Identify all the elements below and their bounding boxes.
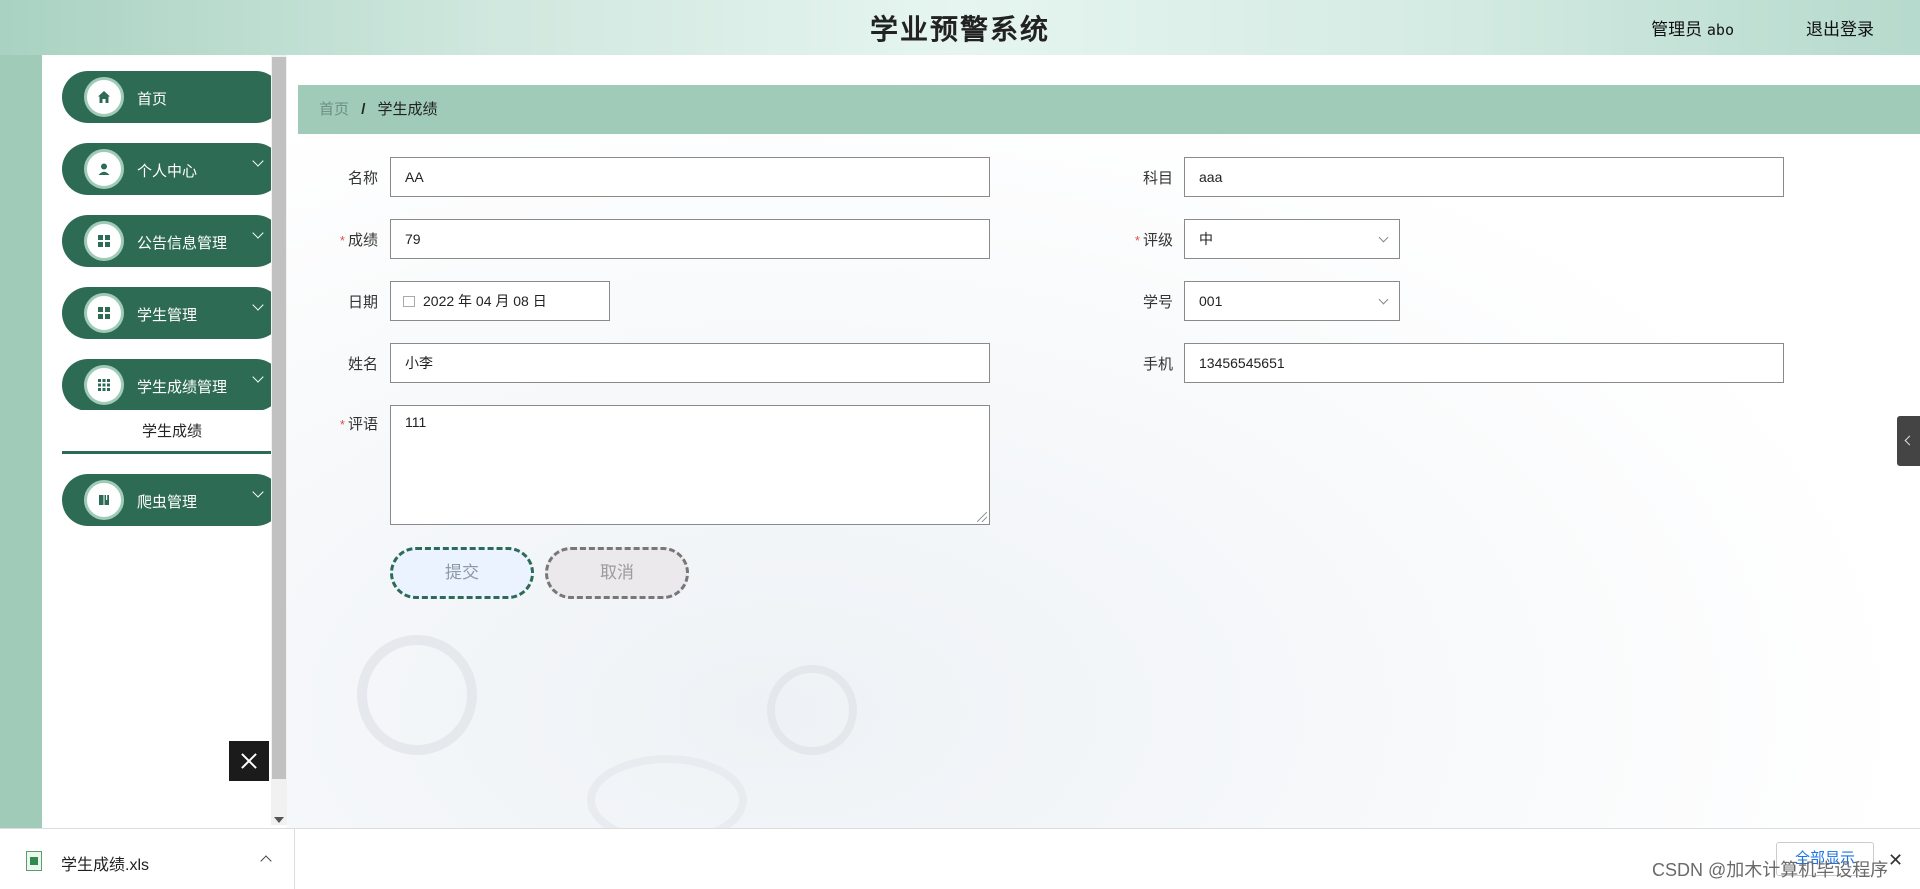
user-icon [84, 149, 124, 189]
breadcrumb: 首页 / 学生成绩 [298, 85, 1920, 134]
comment-textarea[interactable]: 111 [390, 405, 990, 525]
breadcrumb-current: 学生成绩 [377, 101, 438, 118]
comment-value: 111 [405, 414, 427, 430]
sidebar-item-label: 学生管理 [137, 307, 198, 324]
watermark: CSDN @加木计算机毕设程序 [1652, 860, 1889, 880]
date-picker[interactable]: 2022 年 04 月 08 日 [390, 281, 610, 321]
sidebar-item-label: 学生成绩管理 [137, 379, 228, 396]
student-name-input[interactable]: 小李 [390, 343, 990, 383]
download-bar-close-icon[interactable]: ✕ [1888, 850, 1903, 871]
apps-icon [84, 365, 124, 405]
breadcrumb-separator: / [361, 101, 366, 118]
subject-input[interactable]: aaa [1184, 157, 1784, 197]
user-name: abo [1706, 21, 1734, 39]
grid-icon [84, 221, 124, 261]
student-no-select[interactable]: 001 [1184, 281, 1400, 321]
sidebar-item-personal-center[interactable]: 个人中心 [62, 143, 282, 195]
current-user: 管理员 abo [1651, 15, 1734, 40]
grade-select-value: 中 [1199, 231, 1213, 247]
scrollbar-thumb[interactable] [272, 57, 286, 779]
sidebar-item-student-management[interactable]: 学生管理 [62, 287, 282, 339]
chevron-down-icon [252, 227, 264, 239]
name-label: 名称 [347, 170, 378, 187]
submit-button[interactable]: 提交 [390, 547, 534, 599]
main-content: 首页 / 学生成绩 名称 AA 科目 aaa * 成绩 79 * 评级 中 日期 2… [287, 55, 1920, 828]
phone-label: 手机 [1142, 356, 1173, 373]
score-label: * 成绩 [339, 232, 378, 249]
sidebar-item-label: 个人中心 [137, 163, 198, 180]
phone-input[interactable]: 13456545651 [1184, 343, 1784, 383]
comment-label: * 评语 [339, 416, 378, 433]
chevron-up-icon[interactable] [260, 855, 272, 867]
score-input[interactable]: 79 [390, 219, 990, 259]
sidebar: 首页 个人中心 公告信息管理 学生管理 学生成绩管理 学生成绩 爬虫管理 [42, 55, 282, 828]
scroll-down-icon[interactable] [274, 817, 284, 823]
top-header: 学业预警系统 管理员 abo 退出登录 [0, 0, 1920, 55]
chevron-left-icon [1904, 435, 1915, 446]
sidebar-item-home[interactable]: 首页 [62, 71, 282, 123]
student-name-label: 姓名 [347, 356, 378, 373]
user-role: 管理员 [1651, 20, 1703, 39]
close-icon[interactable] [229, 741, 269, 781]
sidebar-item-label: 首页 [137, 91, 168, 108]
grade-label: * 评级 [1134, 232, 1173, 249]
book-icon [84, 480, 124, 520]
sidebar-item-label: 公告信息管理 [137, 235, 228, 252]
background-decoration [587, 755, 747, 828]
calendar-icon [403, 295, 415, 307]
chevron-down-icon [1378, 294, 1389, 305]
required-mark: * [1134, 233, 1140, 248]
background-decoration [767, 665, 857, 755]
home-icon [84, 77, 124, 117]
required-mark: * [339, 417, 345, 432]
date-label: 日期 [347, 294, 378, 311]
sidebar-item-notice-management[interactable]: 公告信息管理 [62, 215, 282, 267]
sidebar-item-crawler-management[interactable]: 爬虫管理 [62, 474, 282, 526]
download-item[interactable]: 学生成绩.xls [0, 829, 295, 889]
download-filename: 学生成绩.xls [61, 857, 150, 874]
excel-file-icon [26, 851, 42, 871]
download-bar: 学生成绩.xls 全部显示 ✕ [0, 828, 1920, 889]
cancel-button[interactable]: 取消 [545, 547, 689, 599]
student-no-value: 001 [1199, 293, 1223, 309]
sidebar-scrollbar[interactable] [271, 55, 287, 825]
grid-icon [84, 293, 124, 333]
chevron-down-icon [252, 486, 264, 498]
chevron-down-icon [1378, 232, 1389, 243]
app-title: 学业预警系统 [869, 13, 1050, 46]
grade-select[interactable]: 中 [1184, 219, 1400, 259]
required-mark: * [339, 233, 345, 248]
sidebar-subitem-student-scores[interactable]: 学生成绩 [62, 410, 282, 454]
background-decoration [357, 635, 477, 755]
subject-label: 科目 [1142, 170, 1173, 187]
chevron-down-icon [252, 371, 264, 383]
chevron-down-icon [252, 299, 264, 311]
logout-link[interactable]: 退出登录 [1806, 15, 1874, 40]
breadcrumb-home[interactable]: 首页 [319, 101, 349, 118]
resize-grip-icon[interactable] [977, 512, 987, 522]
date-value: 2022 年 04 月 08 日 [423, 293, 547, 309]
side-panel-toggle[interactable] [1897, 416, 1920, 466]
name-input[interactable]: AA [390, 157, 990, 197]
chevron-down-icon [252, 155, 264, 167]
sidebar-strip [0, 55, 42, 828]
sidebar-item-score-management[interactable]: 学生成绩管理 [62, 359, 282, 411]
sidebar-item-label: 爬虫管理 [137, 494, 198, 511]
student-no-label: 学号 [1142, 294, 1173, 311]
